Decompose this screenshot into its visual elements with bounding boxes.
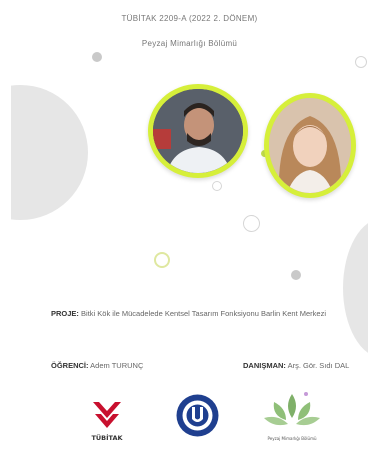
decor-ring bbox=[154, 252, 170, 268]
project-label: PROJE: bbox=[51, 309, 79, 318]
tubitak-logo: TÜBİTAK bbox=[85, 398, 129, 442]
decor-ring bbox=[243, 215, 260, 232]
department-title: Peyzaj Mimarlığı Bölümü bbox=[141, 39, 238, 48]
department-logo-text: Peyzaj Mimarlığı Bölümü bbox=[268, 436, 317, 441]
advisor-info: DANIŞMAN: Arş. Gör. Sıdı DAL bbox=[243, 361, 349, 370]
student-name: Adem TURUNÇ bbox=[90, 361, 144, 370]
university-logo bbox=[175, 393, 220, 438]
decor-circle bbox=[343, 218, 368, 358]
leaf-logo-icon: Peyzaj Mimarlığı Bölümü bbox=[264, 392, 320, 441]
department-logo: Peyzaj Mimarlığı Bölümü bbox=[260, 388, 325, 444]
student-label: ÖĞRENCİ: bbox=[51, 361, 89, 370]
project-description: PROJE: Bitki Kök ile Mücadelede Kentsel … bbox=[51, 308, 361, 320]
student-photo bbox=[148, 84, 248, 178]
decor-circle bbox=[11, 85, 88, 220]
project-card: TÜBİTAK 2209-A (2022 2. DÖNEM) Peyzaj Mi… bbox=[11, 0, 368, 446]
program-title: TÜBİTAK 2209-A (2022 2. DÖNEM) bbox=[121, 14, 258, 23]
student-info: ÖĞRENCİ: Adem TURUNÇ bbox=[51, 361, 143, 370]
advisor-name: Arş. Gör. Sıdı DAL bbox=[287, 361, 350, 370]
tubitak-emblem-icon: TÜBİTAK bbox=[91, 402, 123, 442]
decor-dot bbox=[291, 270, 301, 280]
university-seal-icon bbox=[176, 394, 219, 437]
advisor-photo bbox=[264, 93, 356, 198]
decor-ring bbox=[212, 181, 222, 191]
people-row: ÖĞRENCİ: Adem TURUNÇ DANIŞMAN: Arş. Gör.… bbox=[51, 361, 361, 370]
person-avatar-icon bbox=[269, 98, 351, 193]
decor-dot bbox=[92, 52, 102, 62]
person-avatar-icon bbox=[153, 89, 243, 173]
project-text: Bitki Kök ile Mücadelede Kentsel Tasarım… bbox=[81, 309, 327, 318]
tubitak-logo-text: TÜBİTAK bbox=[91, 433, 123, 442]
advisor-label: DANIŞMAN: bbox=[243, 361, 286, 370]
decor-ring bbox=[355, 56, 367, 68]
